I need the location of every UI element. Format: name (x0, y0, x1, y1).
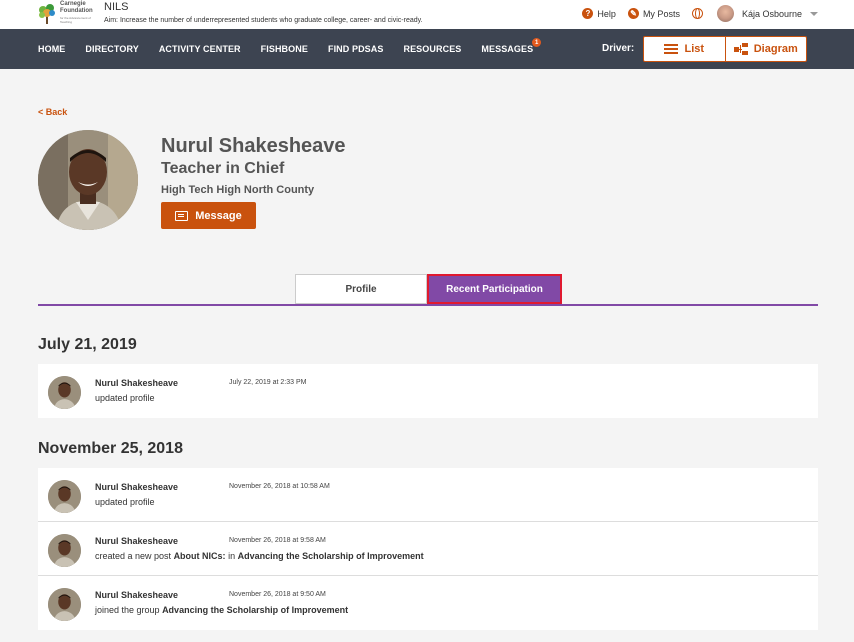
activity-time: July 22, 2019 at 2:33 PM (229, 379, 307, 386)
activity-avatar[interactable] (48, 534, 81, 567)
nav-messages-label: MESSAGES (481, 44, 534, 54)
main-nav: HOME DIRECTORY ACTIVITY CENTER FISHBONE … (0, 29, 854, 69)
tab-recent-participation[interactable]: Recent Participation (427, 274, 562, 304)
help-label: Help (597, 8, 616, 19)
activity-user[interactable]: Nurul Shakesheave (95, 536, 178, 546)
profile-avatar (38, 130, 138, 230)
profile-name: Nurul Shakesheave (161, 135, 346, 157)
diagram-button[interactable]: Diagram (724, 37, 807, 61)
help-icon: ? (582, 8, 594, 19)
driver-toggle: List Diagram (643, 36, 807, 62)
profile-photo (38, 130, 138, 230)
nav-activity-center[interactable]: ACTIVITY CENTER (159, 44, 241, 54)
logo-text: Carnegie Foundation (60, 1, 93, 15)
my-posts-label: My Posts (642, 8, 680, 19)
nav-messages[interactable]: MESSAGES 1 (481, 38, 542, 54)
date-heading: July 21, 2019 (38, 336, 137, 353)
activity-time: November 26, 2018 at 9:58 AM (229, 537, 326, 544)
list-label: List (684, 43, 705, 55)
message-button[interactable]: Message (161, 202, 256, 229)
profile-title: Teacher in Chief (161, 160, 285, 177)
tree-icon (39, 4, 55, 24)
nav-fishbone[interactable]: FISHBONE (261, 44, 308, 54)
group-link[interactable]: Advancing the Scholarship of Improvement (238, 551, 424, 561)
carnegie-logo[interactable]: Carnegie Foundation for the Advancement … (38, 0, 100, 26)
activity-avatar[interactable] (48, 376, 81, 409)
help-link[interactable]: ? Help (582, 8, 616, 19)
message-label: Message (195, 209, 242, 222)
driver-label: Driver: (602, 43, 635, 54)
globe-icon[interactable] (691, 8, 703, 19)
activity-time: November 26, 2018 at 9:50 AM (229, 591, 326, 598)
activity-item: Nurul Shakesheave November 26, 2018 at 9… (38, 522, 818, 576)
activity-user[interactable]: Nurul Shakesheave (95, 482, 178, 492)
activity-card: Nurul Shakesheave November 26, 2018 at 1… (38, 468, 818, 630)
activity-avatar[interactable] (48, 480, 81, 513)
back-link[interactable]: < Back (38, 107, 67, 117)
activity-item: Nurul Shakesheave November 26, 2018 at 1… (38, 468, 818, 522)
chevron-down-icon[interactable] (810, 11, 818, 16)
tab-profile[interactable]: Profile (295, 274, 427, 304)
app-aim: Aim: Increase the number of underreprese… (104, 17, 423, 24)
nav-find-pdsas[interactable]: FIND PDSAS (328, 44, 384, 54)
pencil-icon: ✎ (627, 8, 639, 19)
profile-tabs: Profile Recent Participation (295, 274, 562, 304)
activity-text: created a new post About NICs: in Advanc… (95, 551, 424, 561)
app-name: NILS (104, 1, 129, 13)
message-icon (175, 210, 189, 221)
activity-avatar[interactable] (48, 588, 81, 621)
logo-subtitle: for the Advancement of Teaching (60, 16, 91, 24)
my-posts-link[interactable]: ✎ My Posts (627, 8, 680, 19)
top-links: ? Help ✎ My Posts Kája Osbourne (570, 5, 818, 22)
activity-card: Nurul Shakesheave July 22, 2019 at 2:33 … (38, 364, 818, 418)
logo-line1: Carnegie (60, 1, 86, 7)
nav-resources[interactable]: RESOURCES (403, 44, 461, 54)
date-heading: November 25, 2018 (38, 440, 183, 457)
tab-underline (38, 304, 818, 306)
activity-text: updated profile (95, 497, 155, 507)
group-link[interactable]: Advancing the Scholarship of Improvement (162, 605, 348, 615)
list-button[interactable]: List (644, 37, 725, 61)
user-name[interactable]: Kája Osbourne (742, 9, 802, 19)
top-bar: Carnegie Foundation for the Advancement … (0, 0, 854, 29)
diagram-label: Diagram (753, 43, 798, 55)
post-link[interactable]: About NICs: (174, 551, 226, 561)
nav-home[interactable]: HOME (38, 44, 65, 54)
activity-user[interactable]: Nurul Shakesheave (95, 590, 178, 600)
activity-user[interactable]: Nurul Shakesheave (95, 378, 178, 388)
activity-item: Nurul Shakesheave November 26, 2018 at 9… (38, 576, 818, 630)
activity-item: Nurul Shakesheave July 22, 2019 at 2:33 … (38, 364, 818, 418)
activity-text: joined the group Advancing the Scholarsh… (95, 605, 349, 615)
user-avatar[interactable] (716, 5, 734, 22)
diagram-icon (733, 43, 748, 55)
messages-badge: 1 (532, 38, 542, 47)
logo-line2: Foundation (60, 8, 93, 14)
list-icon (664, 44, 679, 54)
activity-time: November 26, 2018 at 10:58 AM (229, 483, 330, 490)
activity-text: updated profile (95, 393, 155, 403)
nav-items: HOME DIRECTORY ACTIVITY CENTER FISHBONE … (38, 29, 553, 69)
profile-school: High Tech High North County (161, 184, 315, 196)
nav-directory[interactable]: DIRECTORY (85, 44, 138, 54)
